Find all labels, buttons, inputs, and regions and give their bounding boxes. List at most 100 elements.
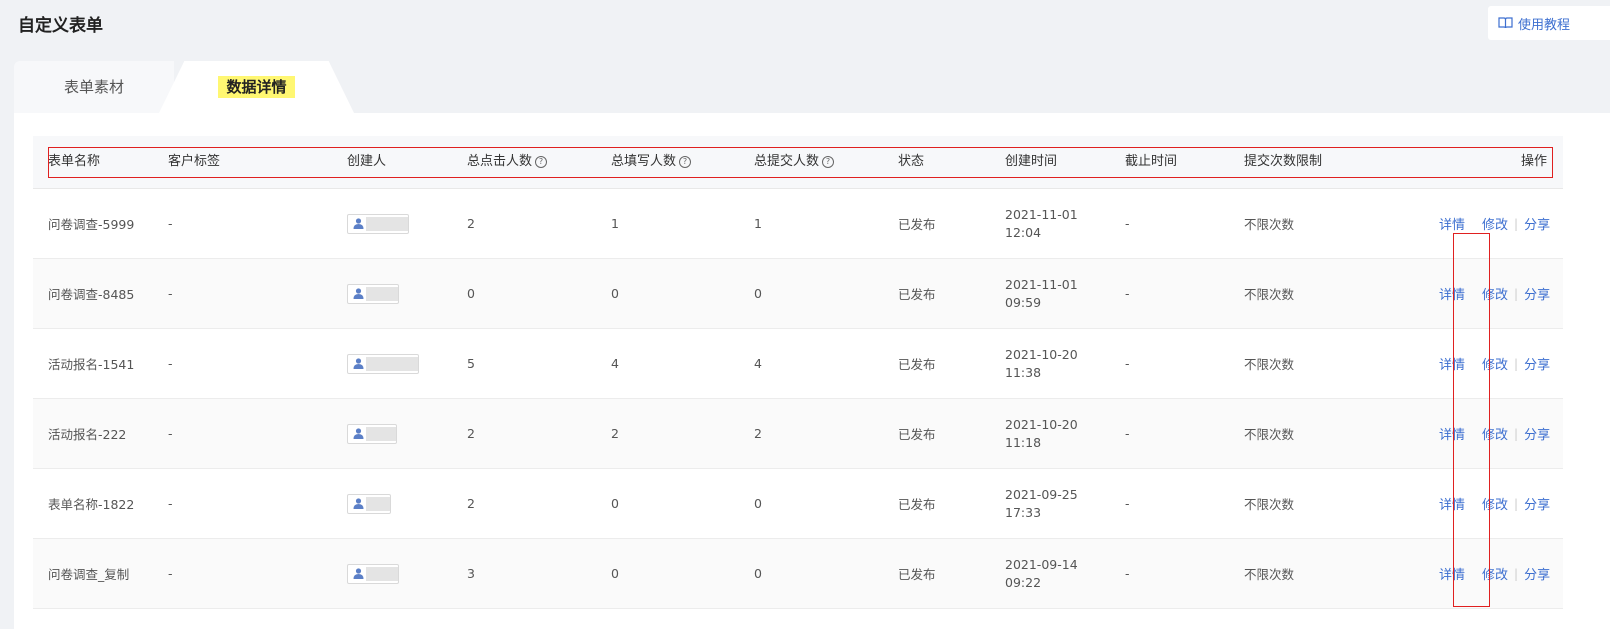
help-button[interactable]: 使用教程 (1488, 6, 1610, 40)
share-link[interactable]: 分享 (1524, 494, 1550, 513)
book-icon (1498, 17, 1513, 29)
customer-tag-cell: - (168, 496, 173, 511)
total-submits-cell: 2 (754, 426, 762, 441)
edit-link[interactable]: 修改 (1482, 564, 1508, 583)
creator-tag (347, 493, 391, 514)
col-submit-limit: 提交次数限制 (1244, 154, 1323, 169)
creator-cell (347, 259, 399, 328)
total-submits-cell: 1 (754, 216, 762, 231)
col-total-submits-label: 总提交人数 (754, 154, 820, 169)
created-date: 2021-11-01 (1005, 276, 1078, 292)
created-clock: 11:18 (1005, 434, 1042, 450)
share-link[interactable]: 分享 (1524, 284, 1550, 303)
edit-link[interactable]: 修改 (1482, 424, 1508, 443)
col-total-submits: 总提交人数? (754, 136, 835, 188)
creator-cell (347, 189, 409, 258)
user-icon (353, 358, 364, 369)
creator-tag (347, 283, 399, 304)
total-fills-cell: 0 (611, 496, 619, 511)
total-clicks-cell: 0 (467, 286, 475, 301)
creator-cell (347, 399, 397, 468)
deadline-cell: - (1125, 426, 1130, 441)
question-circle-icon[interactable]: ? (679, 155, 692, 168)
col-status: 状态 (898, 154, 925, 169)
share-link[interactable]: 分享 (1524, 354, 1550, 373)
submit-limit-cell: 不限次数 (1244, 357, 1295, 372)
question-circle-icon[interactable]: ? (822, 155, 835, 168)
deadline-cell: - (1125, 216, 1130, 231)
detail-link[interactable]: 详情 (1439, 214, 1465, 233)
share-link[interactable]: 分享 (1524, 214, 1550, 233)
user-icon (353, 428, 364, 439)
total-clicks-cell: 2 (467, 496, 475, 511)
actions-cell: 详情 修改 | 分享 (1439, 539, 1550, 608)
form-name-cell: 问卷调查_复制 (48, 567, 130, 582)
detail-link[interactable]: 详情 (1439, 284, 1465, 303)
status-cell: 已发布 (898, 357, 936, 372)
status-cell: 已发布 (898, 427, 936, 442)
deadline-cell: - (1125, 566, 1130, 581)
col-actions: 操作 (1521, 154, 1548, 169)
col-created-time: 创建时间 (1005, 154, 1058, 169)
redacted-creator-name (366, 426, 396, 441)
total-fills-cell: 0 (611, 286, 619, 301)
edit-link[interactable]: 修改 (1482, 284, 1508, 303)
edit-link[interactable]: 修改 (1482, 494, 1508, 513)
detail-link[interactable]: 详情 (1439, 354, 1465, 373)
creator-cell (347, 539, 399, 608)
form-name-cell: 活动报名-1541 (48, 357, 135, 372)
created-clock: 17:33 (1005, 504, 1042, 520)
creator-tag (347, 213, 409, 234)
actions-cell: 详情 修改 | 分享 (1439, 399, 1550, 468)
created-time-cell: 2021-09-25 17:33 (1005, 469, 1078, 538)
creator-tag (347, 353, 419, 374)
detail-link[interactable]: 详情 (1439, 424, 1465, 443)
action-separator: | (1514, 286, 1519, 301)
question-circle-icon[interactable]: ? (535, 155, 548, 168)
col-creator: 创建人 (347, 154, 387, 169)
share-link[interactable]: 分享 (1524, 424, 1550, 443)
creator-tag (347, 563, 399, 584)
customer-tag-cell: - (168, 356, 173, 371)
actions-cell: 详情 修改 | 分享 (1439, 329, 1550, 398)
action-separator: | (1514, 426, 1519, 441)
tab-form-materials[interactable]: 表单素材 (14, 61, 174, 113)
col-form-name: 表单名称 (48, 154, 101, 169)
col-total-fills: 总填写人数? (611, 136, 692, 188)
deadline-cell: - (1125, 356, 1130, 371)
table-row: 活动报名-1541 - 5 4 4 已发布 2021-10-20 11:38 -… (33, 329, 1563, 399)
redacted-creator-name (366, 566, 398, 581)
detail-link[interactable]: 详情 (1439, 494, 1465, 513)
user-icon (353, 218, 364, 229)
col-customer-tag: 客户标签 (168, 154, 221, 169)
actions-cell: 详情 修改 | 分享 (1439, 259, 1550, 328)
tab-data-details-label: 数据详情 (218, 76, 295, 98)
edit-link[interactable]: 修改 (1482, 214, 1508, 233)
total-fills-cell: 0 (611, 566, 619, 581)
detail-link[interactable]: 详情 (1439, 564, 1465, 583)
creator-cell (347, 329, 419, 398)
tab-bar: 表单素材 数据详情 (14, 61, 1610, 113)
total-clicks-cell: 2 (467, 426, 475, 441)
table-row: 问卷调查-5999 - 2 1 1 已发布 2021-11-01 12:04 -… (33, 189, 1563, 259)
total-submits-cell: 4 (754, 356, 762, 371)
created-date: 2021-10-20 (1005, 346, 1078, 362)
created-time-cell: 2021-11-01 09:59 (1005, 259, 1078, 328)
redacted-creator-name (366, 496, 390, 511)
tab-data-details[interactable]: 数据详情 (159, 61, 354, 113)
submit-limit-cell: 不限次数 (1244, 497, 1295, 512)
total-clicks-cell: 2 (467, 216, 475, 231)
edit-link[interactable]: 修改 (1482, 354, 1508, 373)
creator-tag (347, 423, 397, 444)
actions-cell: 详情 修改 | 分享 (1439, 189, 1550, 258)
created-clock: 12:04 (1005, 224, 1042, 240)
status-cell: 已发布 (898, 567, 936, 582)
submit-limit-cell: 不限次数 (1244, 427, 1295, 442)
created-time: 2021-11-01 12:04 (1005, 206, 1078, 242)
col-total-clicks-label: 总点击人数 (467, 154, 533, 169)
created-time-cell: 2021-09-14 09:22 (1005, 539, 1078, 608)
col-total-fills-label: 总填写人数 (611, 154, 677, 169)
share-link[interactable]: 分享 (1524, 564, 1550, 583)
created-time: 2021-09-14 09:22 (1005, 556, 1078, 592)
action-separator: | (1514, 566, 1519, 581)
